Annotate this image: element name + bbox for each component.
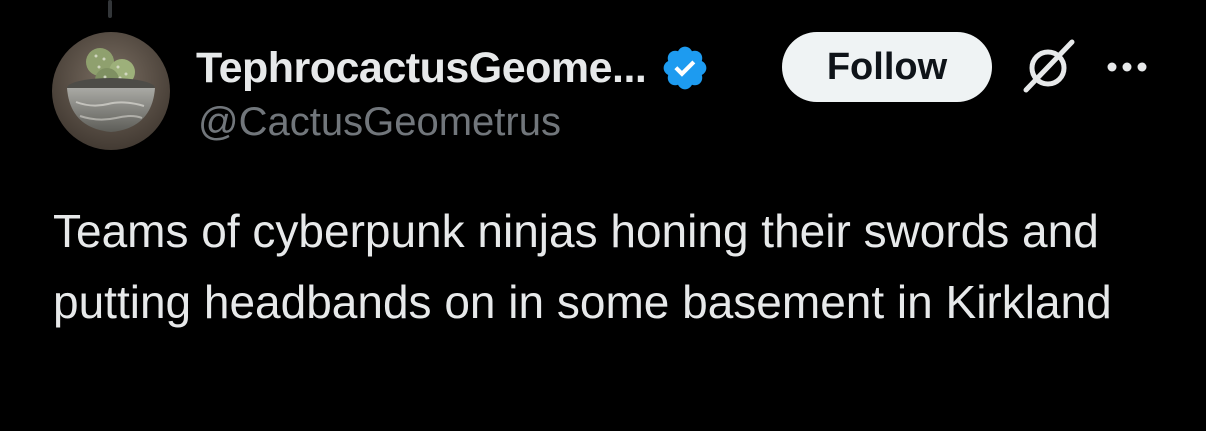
more-options-icon[interactable] [1102, 52, 1152, 82]
post-text: Teams of cyberpunk ninjas honing their s… [53, 205, 1112, 328]
author-handle[interactable]: @CactusGeometrus [198, 100, 561, 145]
post-header: TephrocactusGeome... @CactusGeometrus Fo… [196, 32, 1166, 145]
author-display-name[interactable]: TephrocactusGeome... [196, 44, 647, 93]
avatar[interactable] [52, 32, 170, 150]
verified-badge-icon[interactable] [660, 43, 710, 93]
grok-icon[interactable] [1018, 36, 1078, 96]
cactus-pot-avatar-icon [52, 32, 170, 150]
follow-button[interactable]: Follow [782, 32, 992, 102]
author-name-row: TephrocactusGeome... [196, 40, 710, 96]
thread-connector-line [108, 0, 112, 18]
